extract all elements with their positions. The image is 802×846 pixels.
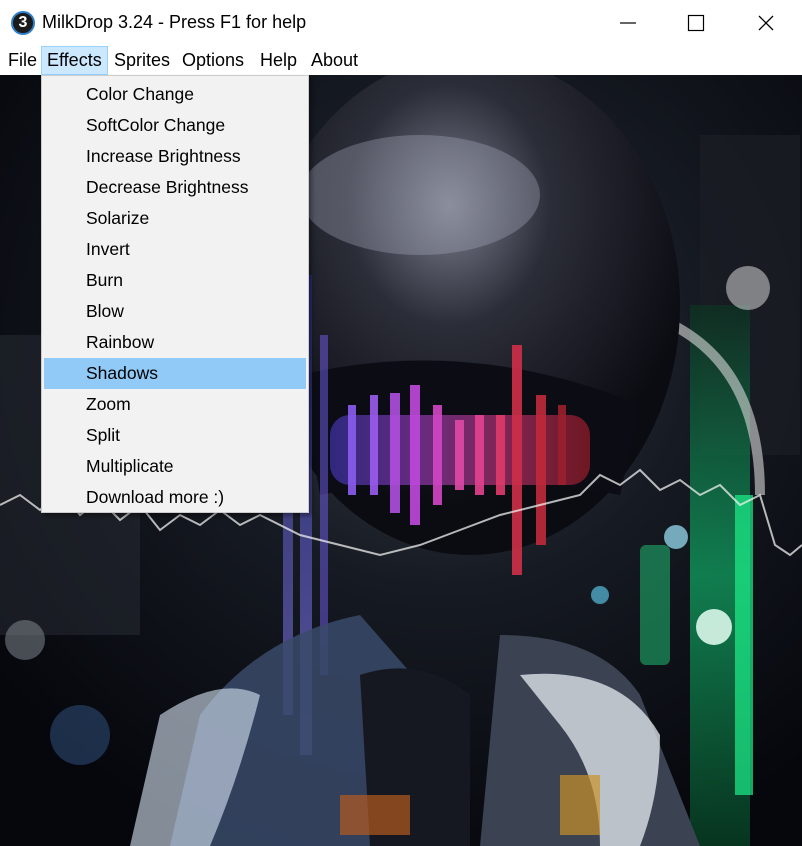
effects-item-increase-brightness[interactable]: Increase Brightness (44, 141, 306, 172)
maximize-icon (687, 14, 705, 32)
effects-item-multiplicate[interactable]: Multiplicate (44, 451, 306, 482)
menu-effects[interactable]: Effects (41, 46, 108, 75)
effects-item-zoom[interactable]: Zoom (44, 389, 306, 420)
close-button[interactable] (743, 0, 789, 46)
menu-bar: File Effects Sprites Options Help About (0, 46, 802, 75)
effects-item-split[interactable]: Split (44, 420, 306, 451)
milkdrop-window: 3 MilkDrop 3.24 - Press F1 for help File… (0, 0, 802, 846)
title-bar[interactable]: 3 MilkDrop 3.24 - Press F1 for help (0, 0, 802, 46)
window-title: MilkDrop 3.24 - Press F1 for help (42, 12, 307, 32)
effects-dropdown-menu: Color Change SoftColor Change Increase B… (41, 75, 309, 513)
menu-about[interactable]: About (306, 46, 363, 75)
close-icon (758, 15, 774, 31)
effects-item-download-more[interactable]: Download more :) (44, 482, 306, 513)
minimize-icon (620, 22, 636, 24)
maximize-button[interactable] (673, 0, 719, 46)
minimize-button[interactable] (605, 0, 651, 46)
effects-item-color-change[interactable]: Color Change (44, 79, 306, 110)
menu-sprites[interactable]: Sprites (109, 46, 175, 75)
effects-item-rainbow[interactable]: Rainbow (44, 327, 306, 358)
effects-item-burn[interactable]: Burn (44, 265, 306, 296)
app-icon[interactable]: 3 (11, 11, 35, 35)
effects-item-decrease-brightness[interactable]: Decrease Brightness (44, 172, 306, 203)
effects-item-blow[interactable]: Blow (44, 296, 306, 327)
menu-file[interactable]: File (3, 46, 42, 75)
effects-item-softcolor-change[interactable]: SoftColor Change (44, 110, 306, 141)
effects-item-invert[interactable]: Invert (44, 234, 306, 265)
menu-help[interactable]: Help (255, 46, 302, 75)
menu-options[interactable]: Options (177, 46, 249, 75)
effects-item-solarize[interactable]: Solarize (44, 203, 306, 234)
effects-item-shadows[interactable]: Shadows (44, 358, 306, 389)
